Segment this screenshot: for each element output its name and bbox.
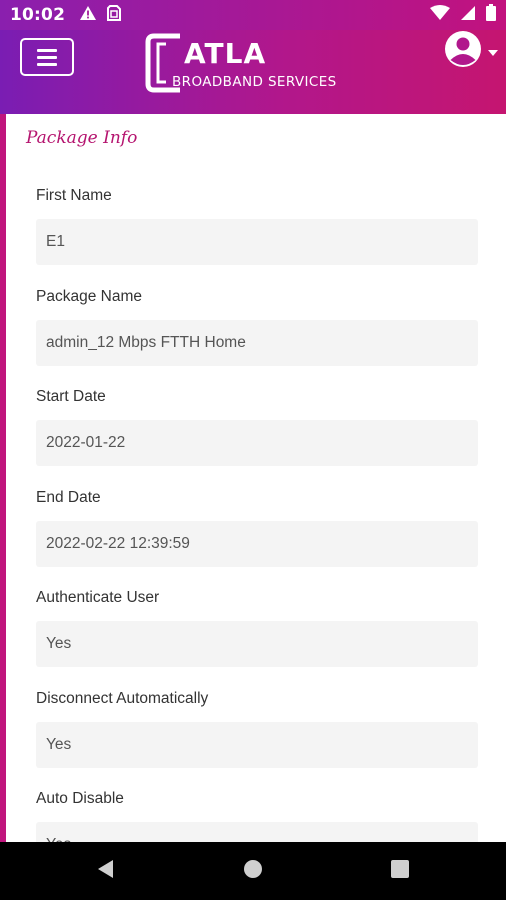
field-label: Authenticate User: [36, 589, 160, 606]
field-value[interactable]: Yes: [36, 822, 478, 842]
field-label: Package Name: [36, 288, 142, 305]
field-authenticate-user: Authenticate User Yes: [36, 587, 478, 667]
field-value[interactable]: Yes: [36, 722, 478, 768]
section-title: Package Info: [26, 128, 138, 148]
logo-word: ATLA: [184, 37, 267, 70]
account-menu[interactable]: [444, 30, 498, 73]
field-label: Start Date: [36, 388, 106, 405]
dropdown-caret-icon: [488, 43, 498, 61]
field-label: Disconnect Automatically: [36, 690, 209, 707]
field-label: Auto Disable: [36, 790, 124, 807]
field-start-date: Start Date 2022-01-22: [36, 386, 478, 466]
menu-icon-line: [37, 48, 57, 52]
menu-icon-line: [37, 55, 57, 59]
brand-logo: ATLA BROADBAND SERVICES: [144, 32, 336, 96]
home-icon[interactable]: [243, 859, 263, 884]
cellular-icon: [460, 5, 476, 26]
status-bar: 10:02: [0, 0, 506, 30]
field-value[interactable]: Yes: [36, 621, 478, 667]
wifi-icon: [430, 4, 450, 26]
account-circle-icon: [444, 30, 482, 73]
field-auto-disable: Auto Disable Yes: [36, 788, 478, 842]
app-header: ATLA BROADBAND SERVICES: [0, 30, 506, 114]
field-disconnect-automatically: Disconnect Automatically Yes: [36, 688, 478, 768]
recents-icon[interactable]: [390, 859, 410, 884]
field-value[interactable]: 2022-02-22 12:39:59: [36, 521, 478, 567]
field-first-name: First Name E1: [36, 185, 478, 265]
field-value[interactable]: 2022-01-22: [36, 420, 478, 466]
status-time: 10:02: [10, 5, 66, 25]
menu-icon-line: [37, 62, 57, 66]
system-navigation-bar: [0, 842, 506, 900]
field-end-date: End Date 2022-02-22 12:39:59: [36, 487, 478, 567]
sim-icon: [107, 4, 122, 26]
package-info-panel: Package Info First Name E1 Package Name …: [0, 114, 506, 842]
field-label: End Date: [36, 489, 101, 506]
menu-button[interactable]: [20, 38, 74, 76]
field-package-name: Package Name admin_12 Mbps FTTH Home: [36, 286, 478, 366]
back-icon[interactable]: [96, 859, 116, 884]
field-label: First Name: [36, 187, 112, 204]
battery-icon: [486, 4, 496, 26]
warning-icon: [79, 5, 97, 26]
logo-subtitle: BROADBAND SERVICES: [172, 74, 337, 90]
field-value[interactable]: admin_12 Mbps FTTH Home: [36, 320, 478, 366]
field-value[interactable]: E1: [36, 219, 478, 265]
